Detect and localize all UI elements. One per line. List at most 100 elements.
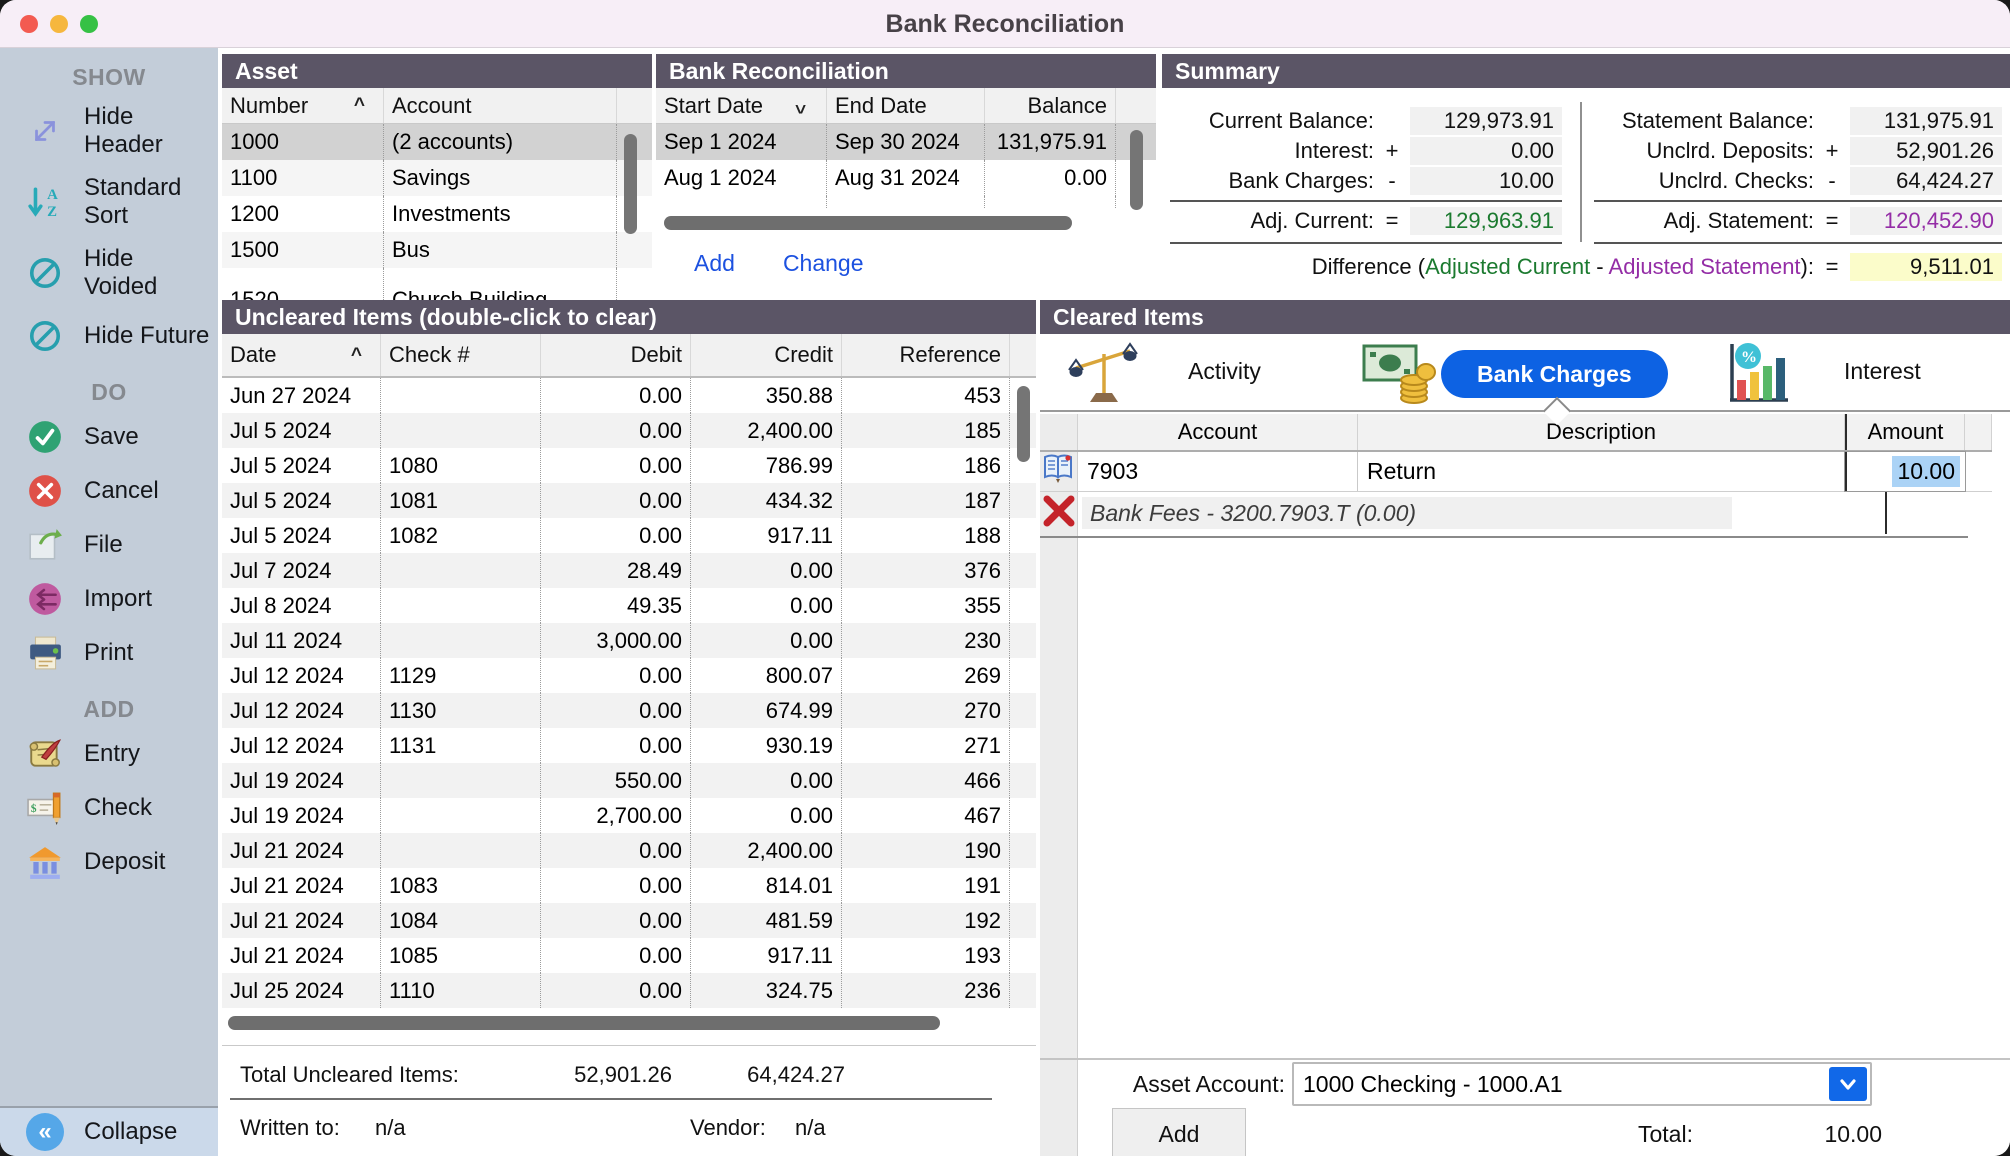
uncleared-row[interactable]: Jul 5 202410820.00917.11188 (222, 518, 1036, 553)
bankrec-row[interactable]: Sep 1 2024Sep 30 2024131,975.91 (656, 124, 1156, 160)
tab-bank-charges[interactable]: Bank Charges (1441, 350, 1668, 398)
uncleared-date: Jul 19 2024 (222, 798, 381, 833)
asset-row[interactable]: 1520Church Building (222, 268, 652, 304)
asset-vertical-scrollbar-thumb[interactable] (624, 134, 637, 234)
cleared-column-headers: Account Description Amount (1040, 414, 1992, 452)
column-header-amount[interactable]: Amount (1845, 414, 1965, 450)
change-reconciliation-link[interactable]: Change (783, 250, 864, 277)
column-header-end-date[interactable]: End Date (827, 88, 985, 123)
column-header-start-date[interactable]: Start Date^ (656, 88, 827, 123)
uncleared-row[interactable]: Jul 25 202411100.00324.75236 (222, 973, 1036, 1008)
sidebar-item-entry[interactable]: Entry (0, 727, 218, 781)
sidebar-item-standard-sort[interactable]: AZStandard Sort (0, 166, 218, 237)
cleared-description-cell[interactable]: Return (1358, 452, 1845, 491)
uncleared-credit: 800.07 (691, 658, 842, 693)
bankrec-horizontal-scrollbar-thumb[interactable] (664, 216, 1072, 230)
column-header-description[interactable]: Description (1358, 414, 1845, 450)
uncleared-row[interactable]: Jul 12 202411290.00800.07269 (222, 658, 1036, 693)
sidebar-item-label: File (84, 531, 123, 559)
cleared-account-cell[interactable]: 7903 (1078, 452, 1358, 491)
sidebar-item-deposit[interactable]: Deposit (0, 835, 218, 889)
total-label: Total: (1638, 1116, 1693, 1152)
asset-row[interactable]: 1500Bus (222, 232, 652, 268)
uncleared-check-number: 1081 (381, 483, 541, 518)
uncleared-row[interactable]: Jul 5 202410810.00434.32187 (222, 483, 1036, 518)
adj-current-value: 129,963.91 (1410, 207, 1562, 235)
uncleared-reference: 191 (842, 868, 1010, 903)
uncleared-row[interactable]: Jul 7 202428.490.00376 (222, 553, 1036, 588)
bankrec-vertical-scrollbar-thumb[interactable] (1130, 130, 1143, 210)
uncleared-credit: 786.99 (691, 448, 842, 483)
uncleared-row[interactable]: Jul 21 202410840.00481.59192 (222, 903, 1036, 938)
sidebar-item-hide-header[interactable]: Hide Header (0, 95, 218, 166)
uncleared-debit: 0.00 (541, 868, 691, 903)
column-header-account[interactable]: Account (384, 88, 617, 123)
asset-account-select[interactable]: 1000 Checking - 1000.A1 (1292, 1062, 1872, 1106)
column-header-debit[interactable]: Debit (541, 334, 691, 376)
cleared-row[interactable]: 7903 Return 10.00 (1040, 452, 1992, 492)
add-reconciliation-link[interactable]: Add (694, 250, 735, 277)
chevron-down-icon[interactable] (1829, 1067, 1867, 1101)
add-charge-button[interactable]: Add (1112, 1108, 1246, 1156)
uncleared-row[interactable]: Jul 21 20240.002,400.00190 (222, 833, 1036, 868)
sidebar-item-cancel[interactable]: Cancel (0, 464, 218, 518)
sidebar-item-label: Hide Voided (84, 245, 212, 300)
cleared-note-row[interactable]: Bank Fees - 3200.7903.T (0.00) (1040, 492, 1992, 534)
cleared-items-panel: Cleared Items Activity Bank Charges % In… (1040, 300, 2010, 1156)
cancel-x-icon (26, 472, 64, 510)
asset-number: 1200 (222, 196, 384, 232)
uncleared-row[interactable]: Jul 5 20240.002,400.00185 (222, 413, 1036, 448)
tab-interest[interactable]: Interest (1844, 358, 1921, 385)
summary-panel-title: Summary (1162, 54, 2010, 88)
sidebar-item-import[interactable]: Import (0, 572, 218, 626)
sidebar-item-print[interactable]: Print (0, 626, 218, 680)
column-header-date[interactable]: Date^ (222, 334, 381, 376)
sidebar-item-hide-voided[interactable]: Hide Voided (0, 237, 218, 308)
sidebar-item-collapse[interactable]: « Collapse (0, 1106, 218, 1156)
delete-x-icon[interactable] (1041, 493, 1077, 534)
uncleared-row[interactable]: Jul 5 202410800.00786.99186 (222, 448, 1036, 483)
uncleared-check-number: 1131 (381, 728, 541, 763)
uncleared-reference: 270 (842, 693, 1010, 728)
total-uncleared-debit: 52,901.26 (520, 1058, 672, 1092)
column-header-check[interactable]: Check # (381, 334, 541, 376)
column-header-number[interactable]: Number^ (222, 88, 384, 123)
sidebar-item-file[interactable]: File (0, 518, 218, 572)
sort-asc-icon: ^ (351, 346, 362, 365)
uncleared-row[interactable]: Jul 19 2024550.000.00466 (222, 763, 1036, 798)
uncleared-row[interactable]: Jul 21 202410850.00917.11193 (222, 938, 1036, 973)
uncleared-debit: 0.00 (541, 378, 691, 413)
uncleared-vertical-scrollbar-thumb[interactable] (1017, 386, 1030, 462)
asset-row[interactable]: 1100Savings (222, 160, 652, 196)
uncleared-credit: 930.19 (691, 728, 842, 763)
difference-label: Difference (Adjusted Current - Adjusted … (1170, 254, 1814, 280)
asset-row[interactable]: 1200Investments (222, 196, 652, 232)
collapse-label: Collapse (84, 1118, 177, 1146)
column-header-balance[interactable]: Balance (985, 88, 1116, 123)
uncleared-row[interactable]: Jun 27 20240.00350.88453 (222, 378, 1036, 413)
ledger-icon[interactable] (1042, 453, 1076, 491)
uncleared-debit: 0.00 (541, 903, 691, 938)
tab-activity[interactable]: Activity (1188, 358, 1261, 385)
collapse-icon: « (26, 1113, 64, 1151)
sidebar-item-hide-future[interactable]: Hide Future (0, 309, 218, 363)
uncleared-credit: 0.00 (691, 798, 842, 833)
uncleared-row[interactable]: Jul 19 20242,700.000.00467 (222, 798, 1036, 833)
sidebar-section-do: DO (0, 379, 218, 406)
uncleared-date: Jul 21 2024 (222, 903, 381, 938)
uncleared-row[interactable]: Jul 11 20243,000.000.00230 (222, 623, 1036, 658)
bankrec-row[interactable]: Aug 1 2024Aug 31 20240.00 (656, 160, 1156, 196)
sidebar-item-check[interactable]: $Check (0, 781, 218, 835)
sidebar-item-save[interactable]: Save (0, 410, 218, 464)
adj-statement-label: Adj. Statement: (1594, 208, 1814, 234)
asset-row[interactable]: 1000(2 accounts) (222, 124, 652, 160)
uncleared-row[interactable]: Jul 12 202411300.00674.99270 (222, 693, 1036, 728)
uncleared-horizontal-scrollbar-thumb[interactable] (228, 1016, 940, 1030)
column-header-account[interactable]: Account (1078, 414, 1358, 450)
uncleared-row[interactable]: Jul 12 202411310.00930.19271 (222, 728, 1036, 763)
column-header-reference[interactable]: Reference (842, 334, 1010, 376)
column-header-credit[interactable]: Credit (691, 334, 842, 376)
cleared-amount-cell[interactable]: 10.00 (1845, 452, 1965, 491)
uncleared-row[interactable]: Jul 21 202410830.00814.01191 (222, 868, 1036, 903)
uncleared-row[interactable]: Jul 8 202449.350.00355 (222, 588, 1036, 623)
